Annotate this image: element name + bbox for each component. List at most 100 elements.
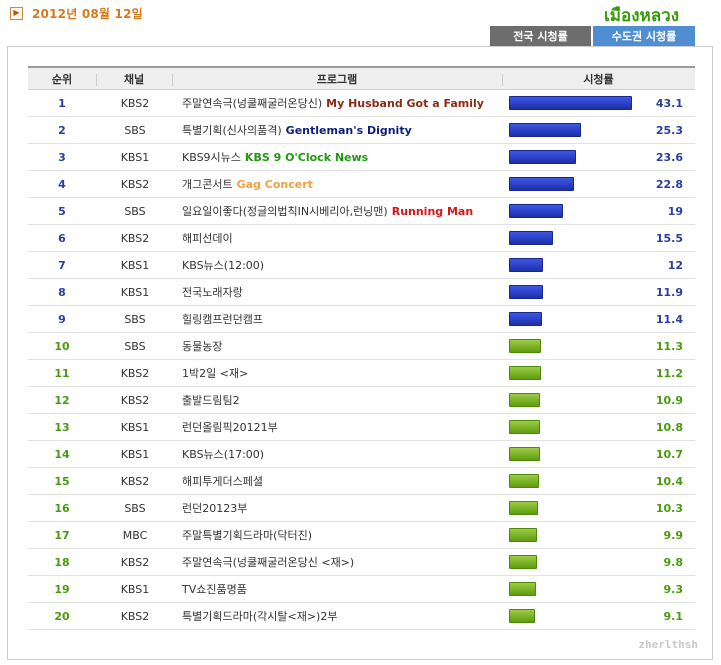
rating-cell: 11.3 — [502, 333, 695, 359]
rank-cell: 14 — [54, 447, 70, 461]
rank-cell: 10 — [54, 339, 70, 353]
rating-value: 22.8 — [655, 178, 683, 191]
channel-cell: KBS2 — [120, 474, 150, 488]
program-cell[interactable]: 해피선데이 — [172, 230, 502, 246]
rank-cell: 7 — [58, 258, 66, 272]
program-name: KBS뉴스(12:00) — [182, 259, 265, 272]
tab-national-ratings[interactable]: 전국 시청률 — [490, 26, 591, 46]
rating-cell: 10.3 — [502, 495, 695, 521]
program-cell[interactable]: 힐링캠프런던캠프 — [172, 311, 502, 327]
table-row: 15 KBS2 해피투게더스페셜 10.4 — [28, 468, 695, 495]
table-row: 6 KBS2 해피선데이 15.5 — [28, 225, 695, 252]
table-row: 18 KBS2 주말연속극(넝쿨째굴러온당신 <재>) 9.8 — [28, 549, 695, 576]
rank-cell: 17 — [54, 528, 70, 542]
date-bar: ▶ 2012년 08월 12일 — [10, 3, 143, 23]
rank-cell: 3 — [58, 150, 66, 164]
program-cell[interactable]: 특별기획(신사의품격) Gentleman's Dignity — [172, 122, 502, 138]
channel-cell: SBS — [124, 123, 146, 137]
rating-bar — [509, 528, 537, 542]
rank-cell: 2 — [58, 123, 66, 137]
table-row: 16 SBS 런던20123부 10.3 — [28, 495, 695, 522]
ratings-table: 순위 채널 프로그램 시청률 1 KBS2 주말연속극(넝쿨째굴러온당신) My Hu… — [28, 66, 695, 630]
program-cell[interactable]: KBS9시뉴스 KBS 9 O'Clock News — [172, 149, 502, 165]
rating-value: 10.4 — [655, 475, 683, 488]
rating-value: 19 — [667, 205, 683, 218]
program-name: 해피선데이 — [182, 232, 233, 245]
tab-bar: 전국 시청률 수도권 시청률 — [490, 26, 695, 52]
program-name: 동물농장 — [182, 340, 223, 353]
table-header: 순위 채널 프로그램 시청률 — [28, 66, 695, 90]
channel-cell: MBC — [122, 528, 148, 542]
rating-bar — [509, 150, 576, 164]
table-row: 5 SBS 일요일이좋다(정글의법칙IN시베리아,런닝맨) Running Man 19 — [28, 198, 695, 225]
rating-bar — [509, 609, 535, 623]
program-name: 해피투게더스페셜 — [182, 475, 263, 488]
program-name: 주말연속극(넝쿨째굴러온당신 <재>) — [182, 556, 355, 569]
program-cell[interactable]: 런던올림픽20121부 — [172, 419, 502, 435]
program-cell[interactable]: TV쇼진품명품 — [172, 581, 502, 597]
table-row: 17 MBC 주말특별기획드라마(닥터진) 9.9 — [28, 522, 695, 549]
rank-cell: 18 — [54, 555, 70, 569]
rating-value: 10.7 — [655, 448, 683, 461]
rating-value: 11.2 — [655, 367, 683, 380]
program-cell[interactable]: 해피투게더스페셜 — [172, 473, 502, 489]
rating-cell: 9.3 — [502, 576, 695, 602]
tab-capital-ratings[interactable]: 수도권 시청률 — [593, 26, 695, 52]
program-name: TV쇼진품명품 — [182, 583, 247, 596]
program-cell[interactable]: KBS뉴스(17:00) — [172, 446, 502, 462]
header-program: 프로그램 — [172, 68, 502, 89]
rating-cell: 23.6 — [502, 144, 695, 170]
program-name: 특별기획드라마(각시탈<재>)2부 — [182, 610, 338, 623]
rank-cell: 13 — [54, 420, 70, 434]
rating-value: 10.8 — [655, 421, 683, 434]
rating-cell: 9.9 — [502, 522, 695, 548]
channel-cell: KBS1 — [120, 258, 150, 272]
rank-cell: 4 — [58, 177, 66, 191]
rank-cell: 9 — [58, 312, 66, 326]
program-cell[interactable]: 주말연속극(넝쿨째굴러온당신) My Husband Got a Family — [172, 95, 502, 111]
table-body: 1 KBS2 주말연속극(넝쿨째굴러온당신) My Husband Got a Fam… — [28, 90, 695, 630]
rank-cell: 6 — [58, 231, 66, 245]
program-cell[interactable]: 전국노래자랑 — [172, 284, 502, 300]
rating-bar — [509, 258, 543, 272]
rating-bar — [509, 474, 539, 488]
program-cell[interactable]: KBS뉴스(12:00) — [172, 257, 502, 273]
channel-cell: KBS2 — [120, 366, 150, 380]
rating-bar — [509, 366, 541, 380]
program-name: 개그콘서트 — [182, 178, 233, 191]
rating-bar — [509, 177, 574, 191]
program-cell[interactable]: 출발드림팀2 — [172, 392, 502, 408]
rank-cell: 20 — [54, 609, 70, 623]
program-name: 힐링캠프런던캠프 — [182, 313, 263, 326]
program-cell[interactable]: 특별기획드라마(각시탈<재>)2부 — [172, 608, 502, 624]
program-cell[interactable]: 1박2일 <재> — [172, 365, 502, 381]
channel-cell: KBS1 — [120, 285, 150, 299]
program-cell[interactable]: 개그콘서트 Gag Concert — [172, 176, 502, 192]
table-row: 7 KBS1 KBS뉴스(12:00) 12 — [28, 252, 695, 279]
program-cell[interactable]: 동물농장 — [172, 338, 502, 354]
channel-cell: KBS2 — [120, 96, 150, 110]
channel-cell: KBS2 — [120, 177, 150, 191]
rating-bar — [509, 420, 540, 434]
rank-cell: 11 — [54, 366, 70, 380]
header-rank: 순위 — [51, 72, 73, 86]
rating-value: 23.6 — [655, 151, 683, 164]
program-cell[interactable]: 일요일이좋다(정글의법칙IN시베리아,런닝맨) Running Man — [172, 203, 502, 219]
channel-cell: KBS1 — [120, 420, 150, 434]
english-title-annotation: My Husband Got a Family — [326, 97, 484, 110]
rank-cell: 12 — [54, 393, 70, 407]
rating-cell: 10.9 — [502, 387, 695, 413]
program-cell[interactable]: 주말특별기획드라마(닥터진) — [172, 527, 502, 543]
table-row: 12 KBS2 출발드림팀2 10.9 — [28, 387, 695, 414]
program-cell[interactable]: 주말연속극(넝쿨째굴러온당신 <재>) — [172, 554, 502, 570]
program-cell[interactable]: 런던20123부 — [172, 500, 502, 516]
rating-bar — [509, 96, 632, 110]
rating-bar — [509, 339, 541, 353]
table-row: 9 SBS 힐링캠프런던캠프 11.4 — [28, 306, 695, 333]
rating-value: 10.3 — [655, 502, 683, 515]
watermark: zherlthsh — [638, 638, 698, 651]
rating-cell: 10.8 — [502, 414, 695, 440]
rating-cell: 11.2 — [502, 360, 695, 386]
program-name: 출발드림팀2 — [182, 394, 240, 407]
rating-bar — [509, 231, 553, 245]
